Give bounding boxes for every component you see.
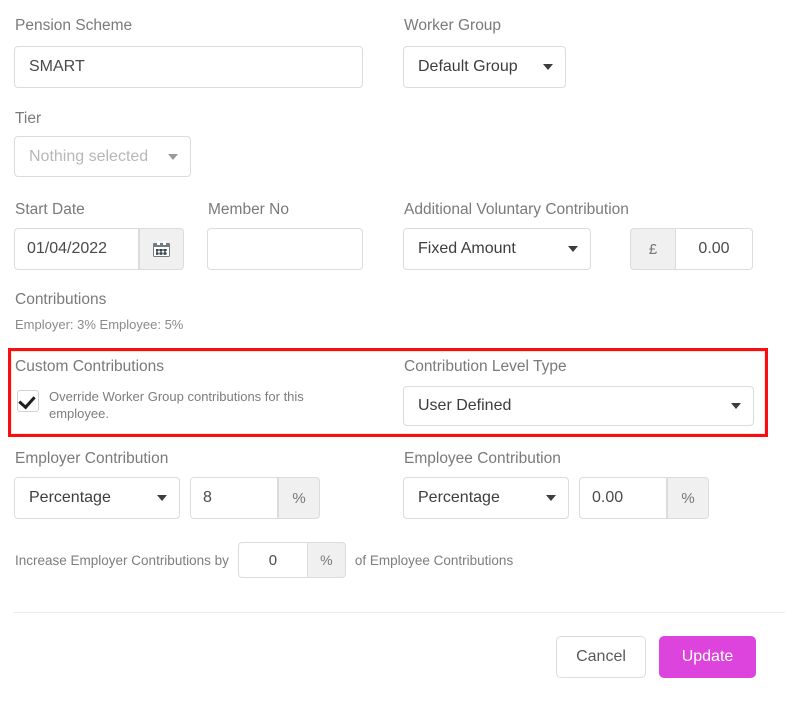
worker-group-label: Worker Group xyxy=(404,17,502,34)
calendar-icon xyxy=(153,241,170,257)
avc-amount-group: £ 0.00 xyxy=(630,228,753,270)
chevron-down-icon xyxy=(157,495,167,501)
pension-scheme-form: Pension Scheme SMART Worker Group Defaul… xyxy=(0,0,799,706)
override-worker-group-checkbox[interactable] xyxy=(17,390,39,412)
increase-suffix-label: of Employee Contributions xyxy=(354,552,514,568)
chevron-down-icon xyxy=(546,495,556,501)
worker-group-select[interactable]: Default Group xyxy=(403,46,566,88)
avc-label: Additional Voluntary Contribution xyxy=(404,201,629,218)
employee-contribution-label: Employee Contribution xyxy=(404,450,561,467)
start-date-label: Start Date xyxy=(15,201,85,218)
employer-contribution-unit: % xyxy=(278,477,320,519)
tier-select[interactable]: Nothing selected xyxy=(14,136,191,177)
employee-contribution-type-value: Percentage xyxy=(418,489,500,506)
cancel-button[interactable]: Cancel xyxy=(556,636,646,678)
override-worker-group-checkbox-row[interactable]: Override Worker Group contributions for … xyxy=(17,389,314,422)
contributions-label: Contributions xyxy=(15,291,107,308)
footer-divider xyxy=(14,612,785,613)
increase-employer-contributions-row: Increase Employer Contributions by 0 % o… xyxy=(15,542,513,578)
chevron-down-icon xyxy=(543,64,553,70)
chevron-down-icon xyxy=(731,403,741,409)
contribution-level-type-select[interactable]: User Defined xyxy=(403,386,754,426)
employer-contribution-type-select[interactable]: Percentage xyxy=(14,477,180,519)
increase-amount-input[interactable]: 0 xyxy=(237,542,308,578)
chevron-down-icon xyxy=(568,246,578,252)
avc-type-select[interactable]: Fixed Amount xyxy=(403,228,591,270)
currency-symbol: £ xyxy=(630,228,675,270)
increase-prefix-label: Increase Employer Contributions by xyxy=(15,552,229,568)
start-date-input[interactable]: 01/04/2022 xyxy=(14,228,139,270)
employee-contribution-amount-input[interactable]: 0.00 xyxy=(579,477,667,519)
tier-value: Nothing selected xyxy=(29,147,149,165)
update-button[interactable]: Update xyxy=(659,636,756,678)
contribution-level-type-label: Contribution Level Type xyxy=(404,358,567,375)
employee-contribution-type-select[interactable]: Percentage xyxy=(403,477,569,519)
checkmark-icon xyxy=(18,391,36,410)
tier-label: Tier xyxy=(15,110,42,127)
employer-contribution-amount-input[interactable]: 8 xyxy=(190,477,278,519)
avc-amount-input[interactable]: 0.00 xyxy=(675,228,753,270)
contributions-summary: Employer: 3% Employee: 5% xyxy=(15,317,184,332)
employee-contribution-amount-group: 0.00 % xyxy=(579,477,709,519)
pension-scheme-input[interactable]: SMART xyxy=(14,46,363,88)
employee-contribution-unit: % xyxy=(667,477,709,519)
employer-contribution-type-value: Percentage xyxy=(29,489,111,506)
employer-contribution-label: Employer Contribution xyxy=(15,450,169,467)
date-picker-button[interactable] xyxy=(139,228,184,270)
chevron-down-icon xyxy=(168,153,178,160)
custom-contributions-label: Custom Contributions xyxy=(15,358,165,375)
pension-scheme-label: Pension Scheme xyxy=(15,17,133,34)
increase-unit: % xyxy=(307,542,346,578)
member-no-input[interactable] xyxy=(207,228,363,270)
member-no-label: Member No xyxy=(208,201,289,218)
override-worker-group-checkbox-label: Override Worker Group contributions for … xyxy=(49,389,304,421)
worker-group-value: Default Group xyxy=(418,58,518,75)
avc-type-value: Fixed Amount xyxy=(418,240,516,257)
employer-contribution-amount-group: 8 % xyxy=(190,477,320,519)
contribution-level-type-value: User Defined xyxy=(418,397,512,414)
start-date-group: 01/04/2022 xyxy=(14,228,184,270)
